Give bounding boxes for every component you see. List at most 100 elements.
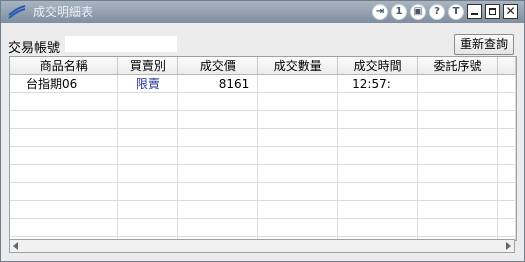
empty-cell — [497, 200, 516, 219]
title-bar-buttons: ⇥ 1 ▣ ? T ✕ — [372, 4, 518, 20]
empty-cell — [177, 164, 259, 183]
scroll-right-icon[interactable] — [506, 242, 511, 250]
export-icon[interactable]: ⇥ — [372, 4, 388, 20]
empty-cell — [177, 200, 259, 219]
empty-table-row — [10, 200, 516, 219]
column-header-price[interactable]: 成交價 — [177, 57, 259, 75]
empty-cell — [337, 218, 419, 237]
empty-cell — [177, 92, 259, 111]
empty-cell — [417, 182, 498, 201]
empty-cell — [497, 128, 516, 147]
empty-cell — [497, 182, 516, 201]
cell-price: 8161 — [177, 74, 259, 93]
empty-cell — [177, 182, 259, 201]
number-one-icon[interactable]: 1 — [391, 4, 407, 20]
empty-cell — [10, 182, 119, 201]
settings-icon[interactable]: ▣ — [410, 4, 426, 20]
empty-cell — [10, 164, 119, 183]
empty-cell — [337, 110, 419, 129]
cell-product: 台指期06 — [10, 74, 119, 93]
account-field[interactable] — [65, 36, 177, 52]
empty-table-row — [10, 110, 516, 129]
cell-quantity — [257, 74, 339, 93]
empty-cell — [337, 200, 419, 219]
close-button[interactable]: ✕ — [503, 4, 518, 19]
empty-cell — [117, 200, 179, 219]
empty-cell — [257, 200, 339, 219]
empty-cell — [417, 218, 498, 237]
column-header-time[interactable]: 成交時間 — [337, 57, 419, 75]
empty-cell — [117, 182, 179, 201]
empty-table-row — [10, 146, 516, 165]
trade-table: 商品名稱 買賣別 成交價 成交數量 成交時間 委託序號 台指期06 限賣 816… — [10, 57, 516, 240]
cell-filler — [497, 74, 516, 93]
empty-cell — [257, 146, 339, 165]
column-header-product[interactable]: 商品名稱 — [10, 57, 119, 75]
table-body: 台指期06 限賣 8161 12:57: — [10, 74, 516, 240]
empty-cell — [497, 146, 516, 165]
empty-cell — [497, 110, 516, 129]
empty-table-row — [10, 92, 516, 111]
empty-cell — [417, 200, 498, 219]
empty-cell — [417, 92, 498, 111]
empty-cell — [117, 218, 179, 237]
empty-cell — [257, 218, 339, 237]
empty-table-row — [10, 182, 516, 201]
empty-cell — [10, 218, 119, 237]
empty-cell — [497, 164, 516, 183]
empty-cell — [337, 128, 419, 147]
empty-cell — [177, 218, 259, 237]
minimize-button[interactable] — [467, 4, 482, 19]
maximize-button[interactable] — [485, 4, 500, 19]
empty-cell — [117, 110, 179, 129]
trade-table-area[interactable]: 商品名稱 買賣別 成交價 成交數量 成交時間 委託序號 台指期06 限賣 816… — [9, 56, 517, 241]
empty-cell — [257, 128, 339, 147]
empty-cell — [497, 92, 516, 111]
help-icon[interactable]: ? — [429, 4, 445, 20]
empty-cell — [10, 92, 119, 111]
empty-cell — [497, 218, 516, 237]
cell-side: 限賣 — [117, 74, 179, 93]
empty-cell — [257, 92, 339, 111]
pin-icon[interactable]: T — [448, 4, 464, 20]
empty-cell — [417, 164, 498, 183]
title-bar[interactable]: 成交明細表 ⇥ 1 ▣ ? T ✕ — [1, 1, 524, 23]
cell-order-no — [417, 74, 498, 93]
app-logo-icon — [8, 5, 26, 19]
column-header-order-no[interactable]: 委託序號 — [417, 57, 498, 75]
empty-cell — [337, 92, 419, 111]
empty-table-row — [10, 164, 516, 183]
empty-cell — [117, 92, 179, 111]
empty-cell — [10, 110, 119, 129]
scroll-left-icon[interactable] — [13, 242, 18, 250]
empty-cell — [337, 146, 419, 165]
empty-cell — [417, 146, 498, 165]
column-header-quantity[interactable]: 成交數量 — [257, 57, 339, 75]
empty-cell — [257, 164, 339, 183]
empty-table-row — [10, 128, 516, 147]
empty-cell — [417, 110, 498, 129]
empty-cell — [257, 110, 339, 129]
empty-cell — [117, 164, 179, 183]
window-title: 成交明細表 — [33, 5, 94, 19]
table-row[interactable]: 台指期06 限賣 8161 12:57: — [10, 74, 516, 93]
empty-cell — [117, 146, 179, 165]
column-header-filler — [497, 57, 516, 75]
account-label: 交易帳號 — [8, 41, 61, 56]
empty-cell — [117, 128, 179, 147]
table-header-row: 商品名稱 買賣別 成交價 成交數量 成交時間 委託序號 — [10, 57, 516, 75]
empty-cell — [337, 182, 419, 201]
empty-cell — [417, 128, 498, 147]
empty-cell — [177, 110, 259, 129]
empty-cell — [177, 128, 259, 147]
empty-table-row — [10, 218, 516, 237]
requery-button[interactable]: 重新查詢 — [454, 34, 514, 55]
empty-cell — [177, 146, 259, 165]
horizontal-scrollbar[interactable] — [9, 239, 515, 253]
empty-cell — [257, 182, 339, 201]
empty-cell — [337, 164, 419, 183]
empty-cell — [10, 200, 119, 219]
empty-cell — [10, 128, 119, 147]
column-header-side[interactable]: 買賣別 — [117, 57, 179, 75]
cell-time: 12:57: — [337, 74, 419, 93]
